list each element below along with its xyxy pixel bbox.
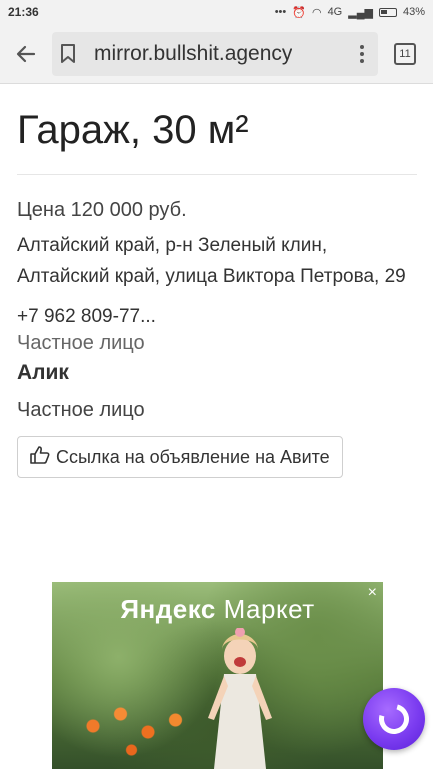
signal-dots-icon: •••: [274, 6, 287, 18]
divider: [17, 174, 417, 175]
alarm-icon: ⏰: [292, 6, 306, 19]
back-button[interactable]: [0, 24, 52, 84]
ad-girl-image: [208, 628, 272, 769]
arrow-left-icon: [16, 45, 36, 62]
ad-flowers-image: [82, 702, 192, 762]
signal-icon: ▂▄▆: [348, 6, 373, 19]
status-bar: 21:36 ••• ⏰ ◠ 4G ▂▄▆ 43%: [0, 0, 433, 24]
ad-banner[interactable]: Яндекс Маркет ×: [52, 582, 383, 769]
battery-icon: [378, 7, 397, 17]
phone-number[interactable]: +7 962 809-77...: [17, 306, 417, 328]
ad-close-icon[interactable]: ×: [368, 585, 377, 601]
browser-toolbar: mirror.bullshit.agency 11: [0, 24, 433, 84]
bookmark-icon[interactable]: [60, 43, 76, 64]
wifi-icon: ◠: [311, 6, 322, 19]
seller-name: Алик: [17, 361, 69, 384]
status-icons: ••• ⏰ ◠ 4G ▂▄▆ 43%: [275, 6, 425, 19]
page-title: Гараж, 30 м²: [17, 108, 249, 152]
listing-address: Алтайский край, р-н Зеленый клин, Алтайс…: [17, 235, 406, 287]
tab-switcher-button[interactable]: 11: [394, 42, 416, 65]
avito-link-label: Ссылка на объявление на Авите: [56, 446, 330, 467]
alice-ring-icon: [373, 698, 415, 740]
url-text[interactable]: mirror.bullshit.agency: [94, 42, 292, 66]
status-time: 21:36: [8, 5, 39, 19]
yandex-market-logo: Яндекс Маркет: [120, 594, 315, 624]
seller-type-secondary: Частное лицо: [17, 399, 145, 421]
network-type: 4G: [327, 6, 343, 18]
avito-link-button[interactable]: Ссылка на объявление на Авите: [17, 436, 343, 478]
alice-icon[interactable]: [363, 688, 425, 750]
listing-content: Гараж, 30 м² Цена 120 000 руб. Алтайский…: [17, 84, 417, 478]
listing-price: Цена 120 000 руб.: [17, 199, 187, 221]
battery-level: 43%: [402, 6, 425, 18]
address-bar[interactable]: mirror.bullshit.agency: [52, 31, 378, 76]
thumbs-up-icon: [30, 445, 50, 469]
more-vertical-icon[interactable]: [354, 44, 370, 63]
seller-type: Частное лицо: [17, 332, 145, 354]
